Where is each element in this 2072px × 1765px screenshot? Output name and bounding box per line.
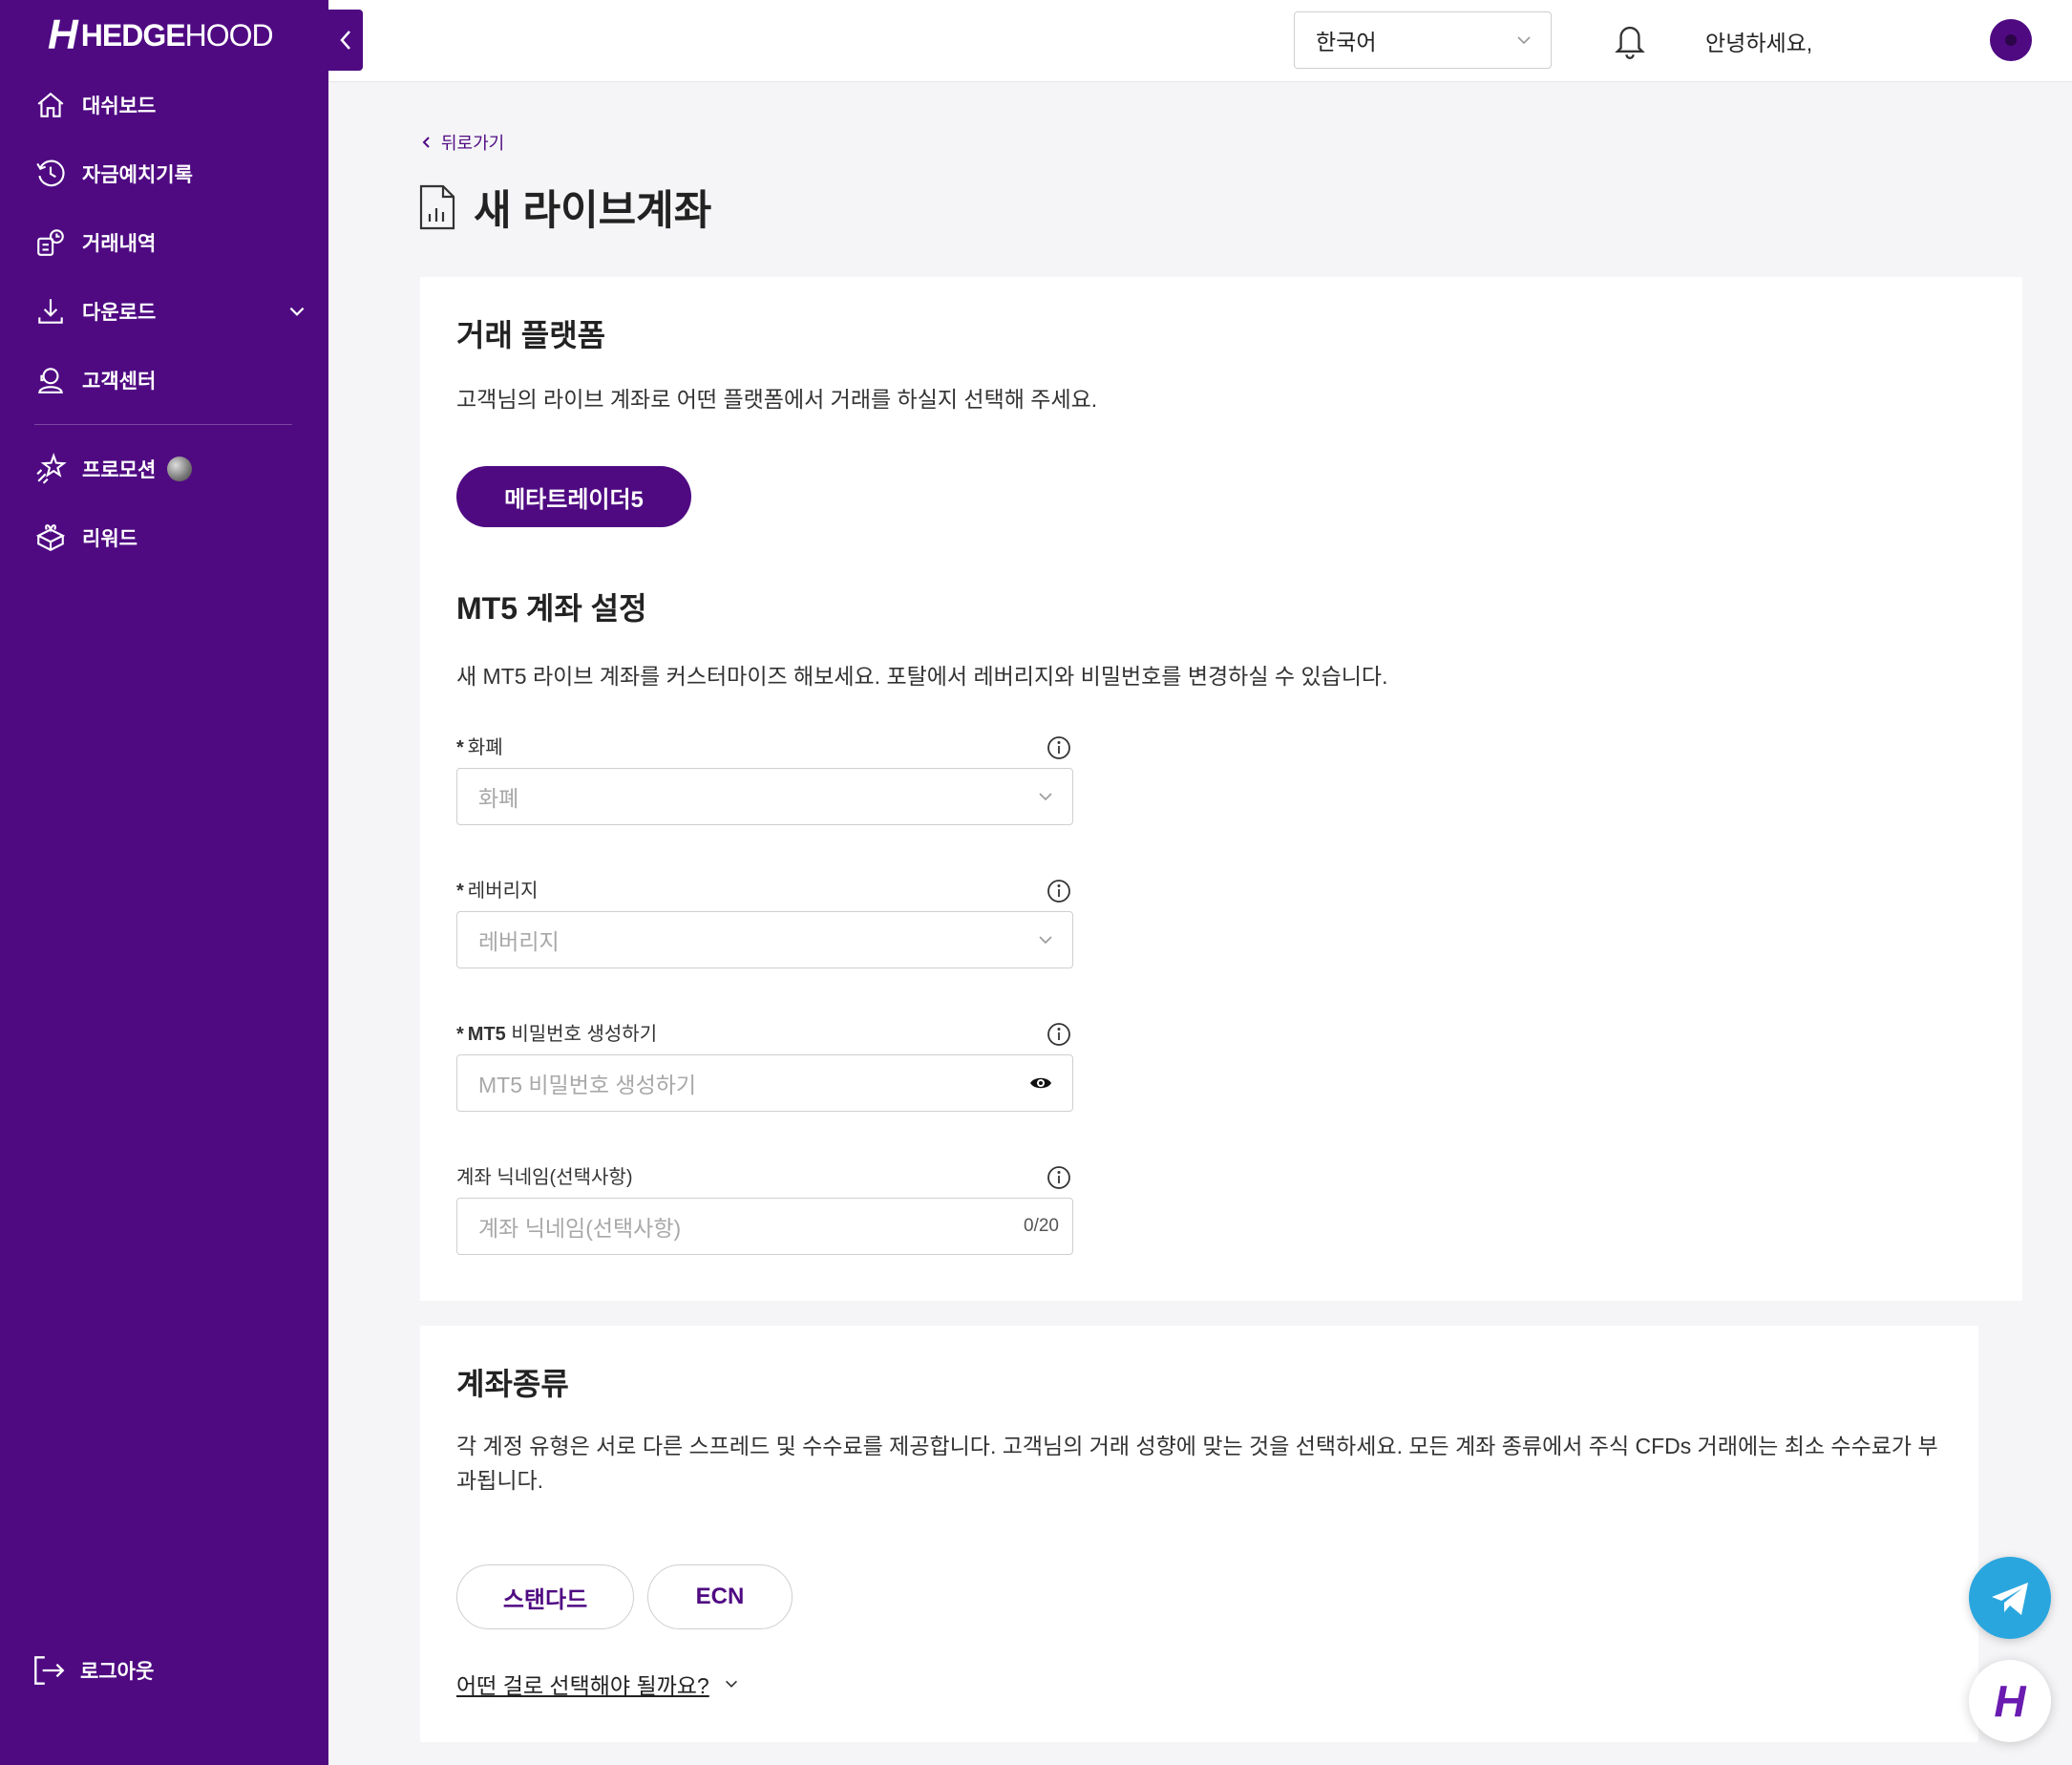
support-icon (38, 368, 63, 393)
platform-section-description: 고객님의 라이브 계좌로 어떤 플랫폼에서 거래를 하실지 선택해 주세요. (456, 387, 1098, 412)
leverage-select[interactable]: 레버리지 (456, 911, 1073, 968)
sidebar-item-download[interactable]: 다운로드 (0, 277, 328, 346)
hedgehood-logo[interactable]: H HEDGE HOOD (48, 11, 274, 59)
gift-icon (35, 524, 66, 551)
sidebar-item-dashboard[interactable]: 대쉬보드 (0, 71, 328, 139)
which-account-help-link[interactable]: 어떤 걸로 선택해야 될까요? (456, 1668, 740, 1700)
password-label: * MT5 비밀번호 생성하기 (456, 1018, 657, 1046)
currency-select[interactable]: 화폐 (456, 768, 1073, 825)
top-bar: 한국어 안녕하세요, (328, 0, 2072, 82)
chevron-down-icon (1039, 936, 1052, 945)
sidebar-item-deposit-history[interactable]: 자금예치기록 (0, 139, 328, 208)
sidebar-item-trade-history[interactable]: 거래내역 (0, 208, 328, 277)
password-placeholder: MT5 비밀번호 생성하기 (478, 1073, 697, 1097)
sidebar-divider (34, 424, 292, 425)
sidebar-item-rewards[interactable]: 리워드 (0, 503, 328, 572)
logo-text-light: HOOD (184, 17, 274, 53)
account-type-title: 계좌종류 (456, 1367, 569, 1401)
leverage-label: * 레버리지 (456, 875, 538, 903)
sidebar-item-promotion[interactable]: 프로모션 (0, 435, 328, 503)
chevron-down-icon[interactable] (286, 301, 307, 322)
logo-text-bold: HEDGE (80, 17, 186, 53)
logout-button[interactable]: 로그아웃 (31, 1652, 154, 1689)
required-marker: * (456, 737, 464, 758)
download-icon (38, 299, 63, 324)
metatrader5-platform-button[interactable]: 메타트레이더5 (456, 466, 691, 527)
eye-icon[interactable] (1028, 1071, 1053, 1095)
promotion-badge-icon (167, 457, 193, 481)
sidebar-item-label: 다운로드 (82, 302, 157, 324)
page-title-text: 새 라이브계좌 (474, 188, 712, 234)
account-nickname-input[interactable]: 계좌 닉네임(선택사항) 0/20 (456, 1198, 1073, 1255)
info-icon[interactable] (1047, 879, 1071, 904)
logo-mark: H (48, 11, 78, 58)
chevron-left-icon (422, 137, 430, 148)
nickname-placeholder: 계좌 닉네임(선택사항) (478, 1216, 682, 1241)
document-chart-icon (419, 184, 455, 230)
mt5-settings-description: 새 MT5 라이브 계좌를 커스터마이즈 해보세요. 포탈에서 레버리지와 비밀… (456, 664, 1388, 689)
character-counter: 0/20 (1024, 1216, 1059, 1236)
required-marker: * (456, 881, 464, 902)
sidebar: H HEDGE HOOD 대쉬보드 자금예치기록 거래내역 다운로드 고객센터 프… (0, 0, 328, 1765)
home-icon (37, 92, 64, 117)
currency-placeholder: 화폐 (478, 786, 519, 811)
hedgehood-chat-button[interactable]: H (1969, 1660, 2051, 1742)
account-settings-card: 거래 플랫폼 고객님의 라이브 계좌로 어떤 플랫폼에서 거래를 하실지 선택해… (420, 277, 2022, 1301)
currency-label-text: 화폐 (467, 737, 503, 758)
telegram-icon (1992, 1583, 2028, 1615)
language-select-value: 한국어 (1316, 30, 1377, 54)
logout-icon (34, 1656, 65, 1685)
leverage-label-text: 레버리지 (467, 881, 539, 902)
leverage-placeholder: 레버리지 (478, 929, 560, 954)
back-link-label: 뒤로가기 (441, 134, 505, 153)
info-icon[interactable] (1047, 1022, 1071, 1047)
mt5-settings-title: MT5 계좌 설정 (456, 591, 647, 626)
info-icon[interactable] (1047, 735, 1071, 760)
chevron-left-icon (340, 31, 350, 50)
page-title: 새 라이브계좌 (418, 178, 711, 237)
account-type-standard-button[interactable]: 스탠다드 (456, 1564, 634, 1629)
help-link-label: 어떤 걸로 선택해야 될까요? (456, 1673, 709, 1698)
platform-section-title: 거래 플랫폼 (456, 318, 606, 352)
chevron-down-icon (1039, 793, 1052, 801)
user-greeting: 안녕하세요, (1705, 31, 1813, 55)
notification-bell-icon[interactable] (1612, 21, 1648, 59)
account-type-card: 계좌종류 각 계정 유형은 서로 다른 스프레드 및 수수료를 제공합니다. 고… (420, 1326, 1978, 1742)
history-icon (36, 159, 65, 187)
star-icon (36, 453, 67, 484)
password-label-bold: MT5 (467, 1024, 506, 1045)
password-label-text: 비밀번호 생성하기 (505, 1024, 658, 1045)
sidebar-item-label: 대쉬보드 (82, 96, 157, 117)
account-type-ecn-button[interactable]: ECN (647, 1564, 793, 1629)
chevron-down-icon (1517, 36, 1531, 45)
currency-label: * 화폐 (456, 732, 503, 759)
language-select[interactable]: 한국어 (1294, 11, 1552, 69)
sidebar-item-label: 고객센터 (82, 371, 157, 393)
trade-history-icon (37, 229, 64, 256)
info-icon[interactable] (1047, 1165, 1071, 1190)
sidebar-collapse-button[interactable] (328, 10, 363, 71)
mt5-password-input[interactable]: MT5 비밀번호 생성하기 (456, 1054, 1073, 1112)
sidebar-item-label: 리워드 (82, 528, 137, 550)
sidebar-item-label: 거래내역 (82, 233, 157, 255)
sidebar-nav: 대쉬보드 자금예치기록 거래내역 다운로드 고객센터 프로모션 리워드 (0, 71, 328, 572)
nickname-label: 계좌 닉네임(선택사항) (456, 1167, 633, 1188)
logout-label: 로그아웃 (80, 1661, 155, 1683)
sidebar-item-label: 자금예치기록 (82, 164, 193, 186)
chevron-down-icon (725, 1680, 737, 1688)
account-type-description: 각 계정 유형은 서로 다른 스프레드 및 수수료를 제공합니다. 고객님의 거… (456, 1434, 1938, 1493)
user-avatar[interactable] (1990, 19, 2032, 61)
sidebar-item-label: 프로모션 (82, 459, 157, 481)
sidebar-item-support[interactable]: 고객센터 (0, 346, 328, 415)
telegram-chat-button[interactable] (1969, 1557, 2051, 1639)
back-link[interactable]: 뒤로가기 (420, 130, 504, 155)
hedgehood-logo-icon: H (1994, 1676, 2026, 1726)
required-marker: * (456, 1024, 464, 1045)
